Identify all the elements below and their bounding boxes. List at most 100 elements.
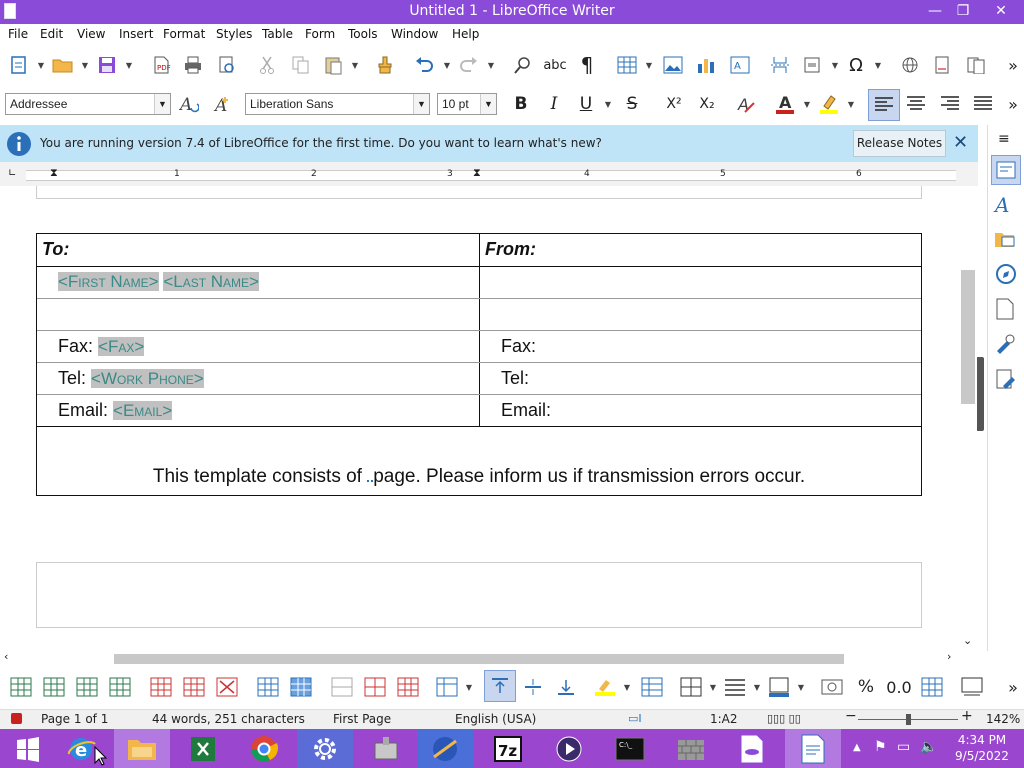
- align-left-button[interactable]: [868, 89, 900, 121]
- selection-mode-icon[interactable]: ▭I: [628, 712, 642, 725]
- libreoffice-writer-icon[interactable]: [785, 729, 841, 768]
- update-style-icon[interactable]: A: [176, 91, 202, 117]
- select-table-icon[interactable]: [288, 674, 314, 700]
- menu-window[interactable]: Window: [391, 27, 438, 41]
- horizontal-scrollbar[interactable]: ‹ ›: [0, 650, 960, 665]
- percent-format-icon[interactable]: %: [853, 674, 879, 700]
- split-table-icon[interactable]: [395, 674, 421, 700]
- firewall-icon[interactable]: [663, 729, 719, 768]
- action-center-flag-icon[interactable]: ⚑: [874, 739, 887, 755]
- delete-table-icon[interactable]: [214, 674, 240, 700]
- menu-help[interactable]: Help: [452, 27, 479, 41]
- cell-bg-dropdown-icon[interactable]: ▼: [623, 674, 631, 700]
- redo-dropdown-icon[interactable]: ▼: [487, 52, 495, 78]
- decimal-format-icon[interactable]: 0.0: [886, 674, 912, 700]
- menu-table[interactable]: Table: [262, 27, 293, 41]
- find-replace-icon[interactable]: [510, 52, 536, 78]
- sidebar-collapse-handle[interactable]: [976, 357, 984, 431]
- save-dropdown-icon[interactable]: ▼: [125, 52, 133, 78]
- underline-dropdown-icon[interactable]: ▼: [604, 91, 612, 117]
- view-layout-icon[interactable]: ▯▯▯ ▯▯: [767, 712, 801, 725]
- menu-view[interactable]: View: [77, 27, 105, 41]
- volume-icon[interactable]: 🔈: [920, 739, 937, 755]
- language-status[interactable]: English (USA): [455, 712, 536, 726]
- align-middle-icon[interactable]: [520, 674, 546, 700]
- insert-rows-above-icon[interactable]: [8, 674, 34, 700]
- document-area[interactable]: To: From: <First Name> <Last Name> Fax: …: [0, 186, 960, 651]
- horizontal-scroll-thumb[interactable]: [114, 654, 844, 664]
- border-color-icon[interactable]: [766, 674, 792, 700]
- insert-columns-after-icon[interactable]: [107, 674, 133, 700]
- clear-formatting-icon[interactable]: A: [733, 91, 759, 117]
- print-icon[interactable]: [180, 52, 206, 78]
- 7zip-icon[interactable]: 7z: [480, 729, 536, 768]
- restore-button[interactable]: ❐: [946, 0, 980, 24]
- vertical-scrollbar[interactable]: ⌄: [960, 186, 977, 651]
- last-name-field[interactable]: <Last Name>: [163, 272, 259, 291]
- bold-button[interactable]: B: [508, 91, 534, 117]
- email-field[interactable]: <Email>: [113, 401, 173, 420]
- menu-styles[interactable]: Styles: [216, 27, 252, 41]
- show-hidden-icons[interactable]: ▲: [853, 742, 861, 753]
- formatting-marks-icon[interactable]: ¶: [574, 52, 600, 78]
- italic-button[interactable]: I: [541, 91, 567, 117]
- file-explorer-icon[interactable]: [114, 729, 170, 768]
- border-color-dropdown-icon[interactable]: ▼: [797, 674, 805, 700]
- highlight-color-icon[interactable]: [816, 91, 842, 117]
- split-cells-icon[interactable]: [362, 674, 388, 700]
- export-pdf-icon[interactable]: PDF: [148, 52, 174, 78]
- insert-caption-icon[interactable]: [959, 674, 985, 700]
- next-table-box[interactable]: [36, 562, 922, 628]
- borders-icon[interactable]: [678, 674, 704, 700]
- delete-columns-icon[interactable]: [181, 674, 207, 700]
- align-right-icon[interactable]: [937, 91, 963, 117]
- font-size-box[interactable]: 10 pt ▼: [437, 93, 497, 115]
- open-dropdown-icon[interactable]: ▼: [81, 52, 89, 78]
- zoom-slider-thumb[interactable]: [906, 714, 911, 725]
- scroll-down-icon[interactable]: ⌄: [963, 634, 972, 647]
- special-char-dropdown-icon[interactable]: ▼: [874, 52, 882, 78]
- delete-rows-icon[interactable]: [148, 674, 174, 700]
- undo-dropdown-icon[interactable]: ▼: [443, 52, 451, 78]
- excel-icon[interactable]: [175, 729, 231, 768]
- table-properties-icon[interactable]: [919, 674, 945, 700]
- menu-tools[interactable]: Tools: [348, 27, 378, 41]
- right-indent-marker-icon[interactable]: ⧗: [473, 166, 481, 180]
- merge-cells-icon[interactable]: [329, 674, 355, 700]
- toolbar-overflow-icon[interactable]: »: [1000, 52, 1024, 78]
- copy-icon[interactable]: [288, 52, 314, 78]
- format-overflow-icon[interactable]: »: [1000, 91, 1024, 117]
- paste-dropdown-icon[interactable]: ▼: [351, 52, 359, 78]
- borders-dropdown-icon[interactable]: ▼: [709, 674, 717, 700]
- font-color-icon[interactable]: A: [772, 91, 798, 117]
- insert-image-icon[interactable]: [660, 52, 686, 78]
- thunderbird-icon[interactable]: [417, 729, 473, 768]
- page-break-icon[interactable]: [767, 52, 793, 78]
- spelling-icon[interactable]: abc: [542, 52, 568, 78]
- word-count-status[interactable]: 44 words, 251 characters: [152, 712, 305, 726]
- border-style-dropdown-icon[interactable]: ▼: [753, 674, 761, 700]
- menu-insert[interactable]: Insert: [119, 27, 153, 41]
- insert-columns-before-icon[interactable]: [74, 674, 100, 700]
- superscript-button[interactable]: X²: [661, 91, 687, 117]
- save-icon[interactable]: [94, 52, 120, 78]
- autoformat-icon[interactable]: [639, 674, 665, 700]
- fax-table[interactable]: To: From: <First Name> <Last Name> Fax: …: [36, 233, 922, 496]
- libreoffice-base-icon[interactable]: [724, 729, 780, 768]
- clock[interactable]: 4:34 PM 9/5/2022: [952, 732, 1012, 764]
- media-player-icon[interactable]: [541, 729, 597, 768]
- justify-icon[interactable]: [970, 91, 996, 117]
- page-style-status[interactable]: First Page: [333, 712, 391, 726]
- indent-marker-icon[interactable]: ⧗: [50, 166, 58, 180]
- page-icon[interactable]: [996, 298, 1014, 323]
- chrome-icon[interactable]: [236, 729, 292, 768]
- optimize-size-icon[interactable]: [434, 674, 460, 700]
- new-dropdown-icon[interactable]: ▼: [37, 52, 45, 78]
- insert-textbox-icon[interactable]: A: [727, 52, 753, 78]
- settings-gear-icon[interactable]: [297, 729, 353, 768]
- tab-stop-icon[interactable]: ∟: [8, 168, 16, 179]
- close-infobar-button[interactable]: ✕: [953, 132, 968, 153]
- undo-icon[interactable]: [411, 52, 437, 78]
- redo-icon[interactable]: [456, 52, 482, 78]
- close-window-button[interactable]: ✕: [984, 0, 1018, 24]
